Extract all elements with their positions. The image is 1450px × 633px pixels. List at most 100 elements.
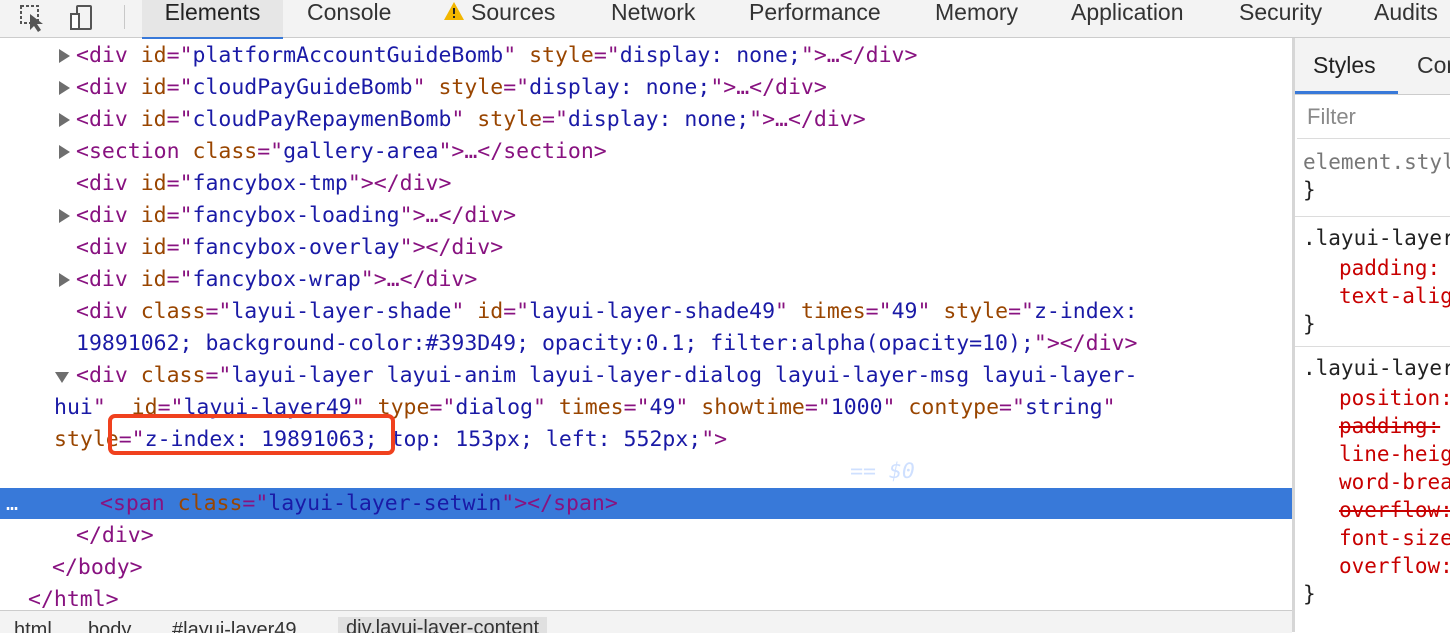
breadcrumb-item[interactable]: body <box>88 619 131 633</box>
dom-token: fancybox-overlay <box>192 235 400 260</box>
tab-sources[interactable]: Sources <box>443 0 555 37</box>
rule-close-brace: } <box>1303 178 1316 202</box>
toolbar-separator <box>124 5 125 29</box>
dom-token: =" <box>166 43 193 68</box>
dom-node-line[interactable]: <div class="layui-layer layui-anim layui… <box>76 360 1137 391</box>
tab-label: Elements <box>164 0 261 25</box>
dom-node-line[interactable]: <div id="fancybox-loading">…</div> <box>76 200 516 231</box>
tab-memory[interactable]: Memory <box>935 0 1018 37</box>
dom-token: fancybox-tmp <box>192 171 348 196</box>
css-property[interactable]: overflow: <box>1339 496 1450 524</box>
expand-triangle-icon[interactable] <box>59 113 70 127</box>
dom-token: "></div> <box>347 171 452 196</box>
dom-token: 49 <box>649 395 676 420</box>
dom-token: =" <box>429 395 456 420</box>
dom-node-line[interactable]: <div class="layui-layer-shade" id="layui… <box>76 296 1138 327</box>
css-property[interactable]: line-height: <box>1339 440 1450 468</box>
dom-token: contype <box>895 395 1000 420</box>
dom-node-line[interactable]: <div id="fancybox-wrap">…</div> <box>76 264 477 295</box>
dom-token: dialog <box>455 395 533 420</box>
rule-selector[interactable]: .layui-layer-msg <box>1303 224 1450 252</box>
tab-console[interactable]: Console <box>307 0 391 37</box>
dom-token: $0 <box>888 459 915 484</box>
expand-triangle-icon[interactable] <box>59 273 70 287</box>
dom-token: style <box>516 43 594 68</box>
css-property[interactable]: padding: <box>1339 412 1440 440</box>
dom-token: class <box>127 299 206 324</box>
dom-token: " <box>451 107 465 132</box>
dom-token: style <box>930 299 1009 324</box>
css-property[interactable]: position: <box>1339 384 1450 412</box>
dom-token: " <box>533 395 546 420</box>
css-property[interactable]: font-size: <box>1339 524 1450 552</box>
dom-node-line[interactable]: 19891062; background-color:#393D49; opac… <box>76 328 1137 359</box>
dom-token: =" <box>593 43 620 68</box>
filter-input[interactable] <box>1297 96 1450 138</box>
rule-selector[interactable]: .layui-layer-content <box>1303 354 1450 382</box>
dom-token: string <box>1024 395 1103 420</box>
dom-node-line[interactable]: </div> <box>76 520 154 551</box>
dom-token: =" <box>804 395 831 420</box>
dom-token: times <box>545 395 624 420</box>
dom-node-line[interactable]: <div id="cloudPayGuideBomb" style="displ… <box>76 72 827 103</box>
expand-triangle-icon[interactable] <box>59 209 70 223</box>
dom-token: class <box>179 139 258 164</box>
css-property[interactable]: overflow: <box>1339 552 1450 580</box>
dom-token: " <box>917 299 931 324</box>
css-property[interactable]: text-align: <box>1339 282 1450 310</box>
dom-token: <div id class="layui-layer-content">请输入正… <box>100 459 838 484</box>
breadcrumb-item[interactable]: html <box>14 619 52 633</box>
dom-token: "> <box>701 427 728 452</box>
dom-token: cloudPayGuideBomb <box>192 75 413 100</box>
rule-separator <box>1295 346 1450 347</box>
dom-token: hui <box>54 395 93 420</box>
dom-node-line[interactable]: <div id class="layui-layer-content">请输入正… <box>100 456 915 487</box>
expand-triangle-icon[interactable] <box>59 49 70 63</box>
dom-node-line[interactable]: <div id="platformAccountGuideBomb" style… <box>76 40 917 71</box>
node-actions-ellipsis[interactable]: … <box>6 488 19 519</box>
dom-token: =" <box>503 299 530 324</box>
css-property[interactable]: word-break: <box>1339 468 1450 496</box>
tab-audits[interactable]: Audits <box>1374 0 1438 37</box>
dom-node-line[interactable]: <section class="gallery-area">…</section… <box>76 136 607 167</box>
expand-triangle-icon[interactable] <box>59 81 70 95</box>
dom-token: " <box>451 299 465 324</box>
tab-performance[interactable]: Performance <box>749 0 881 37</box>
dom-token: display: none; <box>529 75 711 100</box>
dom-node-line[interactable]: <div id="cloudPayRepaymenBomb" style="di… <box>76 104 866 135</box>
dom-token: <span <box>100 491 165 516</box>
tab-elements[interactable]: Elements <box>142 0 283 39</box>
dom-token: <div <box>76 171 128 196</box>
device-toolbar-icon[interactable] <box>68 2 100 32</box>
dom-token: =" <box>166 267 193 292</box>
tab-label: Network <box>611 0 696 25</box>
dom-node-line[interactable]: <span class="layui-layer-setwin"></span> <box>100 488 618 519</box>
dom-token: " <box>503 43 517 68</box>
dom-node-line[interactable]: </body> <box>52 552 143 583</box>
warning-icon <box>443 1 465 26</box>
dom-token: times <box>788 299 866 324</box>
dom-token: =" <box>166 171 193 196</box>
dom-token: =" <box>205 299 232 324</box>
breadcrumb-item[interactable]: #layui-layer49 <box>172 619 297 633</box>
dom-token: fancybox-loading <box>192 203 400 228</box>
tab-application[interactable]: Application <box>1071 0 1184 37</box>
css-property[interactable]: padding: <box>1339 254 1440 282</box>
tab-security[interactable]: Security <box>1239 0 1322 37</box>
dom-node-line[interactable]: <div id="fancybox-overlay"></div> <box>76 232 503 263</box>
tab-styles[interactable]: Styles <box>1313 52 1376 79</box>
dom-token: ">…</div> <box>749 107 866 132</box>
dom-node-line[interactable]: <div id="fancybox-tmp"></div> <box>76 168 451 199</box>
inspect-element-icon[interactable] <box>18 2 50 32</box>
rule-selector[interactable]: element.style { <box>1303 148 1450 176</box>
dom-token: fancybox-wrap <box>192 267 361 292</box>
tab-computed[interactable]: Computed <box>1417 52 1450 79</box>
dom-token: layui-layer-setwin <box>268 491 502 516</box>
collapse-triangle-icon[interactable] <box>55 372 69 383</box>
tab-network[interactable]: Network <box>611 0 695 37</box>
tab-label: Sources <box>471 0 556 25</box>
dom-node-line[interactable]: </html> <box>28 584 119 610</box>
dom-token: z-index: <box>1033 299 1138 324</box>
breadcrumb-item-active[interactable]: div.layui-layer-content <box>338 617 548 633</box>
expand-triangle-icon[interactable] <box>59 145 70 159</box>
